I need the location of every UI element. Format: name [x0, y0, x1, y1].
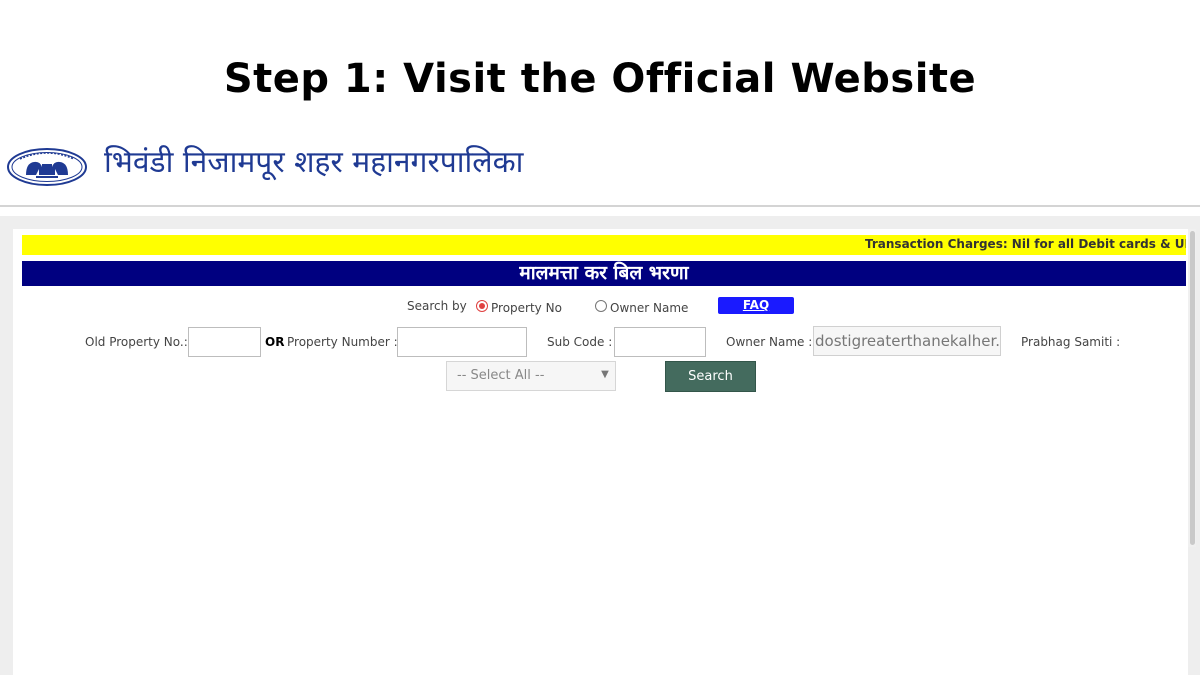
sub-code-input[interactable]	[614, 327, 706, 357]
scrollbar-thumb[interactable]	[1190, 231, 1195, 545]
old-property-input[interactable]	[188, 327, 261, 357]
owner-name-label: Owner Name :	[726, 335, 813, 349]
property-number-label: Property Number :	[287, 335, 398, 349]
chevron-down-icon: ▼	[601, 369, 609, 380]
search-button[interactable]: Search	[665, 361, 756, 392]
ticker-text: Transaction Charges: Nil for all Debit c…	[865, 237, 1186, 251]
transaction-ticker: Transaction Charges: Nil for all Debit c…	[22, 235, 1186, 255]
prabhag-samiti-label: Prabhag Samiti :	[1021, 335, 1121, 349]
radio-owner-name[interactable]	[595, 300, 607, 312]
search-by-label: Search by	[407, 299, 467, 313]
property-number-input[interactable]	[397, 327, 527, 357]
prabhag-samiti-select[interactable]: -- Select All --	[446, 361, 616, 391]
owner-name-input[interactable]	[813, 326, 1001, 356]
or-label: OR	[265, 335, 285, 349]
radio-owner-name-label[interactable]: Owner Name	[610, 301, 688, 315]
municipal-emblem-icon	[7, 148, 87, 186]
site-name: भिवंडी निजामपूर शहर महानगरपालिका	[104, 145, 524, 180]
page-title-band: मालमत्ता कर बिल भरणा	[22, 261, 1186, 286]
radio-property-no[interactable]	[476, 300, 488, 312]
old-property-label: Old Property No.:	[85, 335, 188, 349]
faq-button[interactable]: FAQ	[718, 297, 794, 314]
content-panel	[13, 229, 1188, 675]
radio-property-no-label[interactable]: Property No	[491, 301, 562, 315]
sub-code-label: Sub Code :	[547, 335, 613, 349]
header-divider	[0, 205, 1200, 207]
step-title: Step 1: Visit the Official Website	[223, 56, 977, 102]
